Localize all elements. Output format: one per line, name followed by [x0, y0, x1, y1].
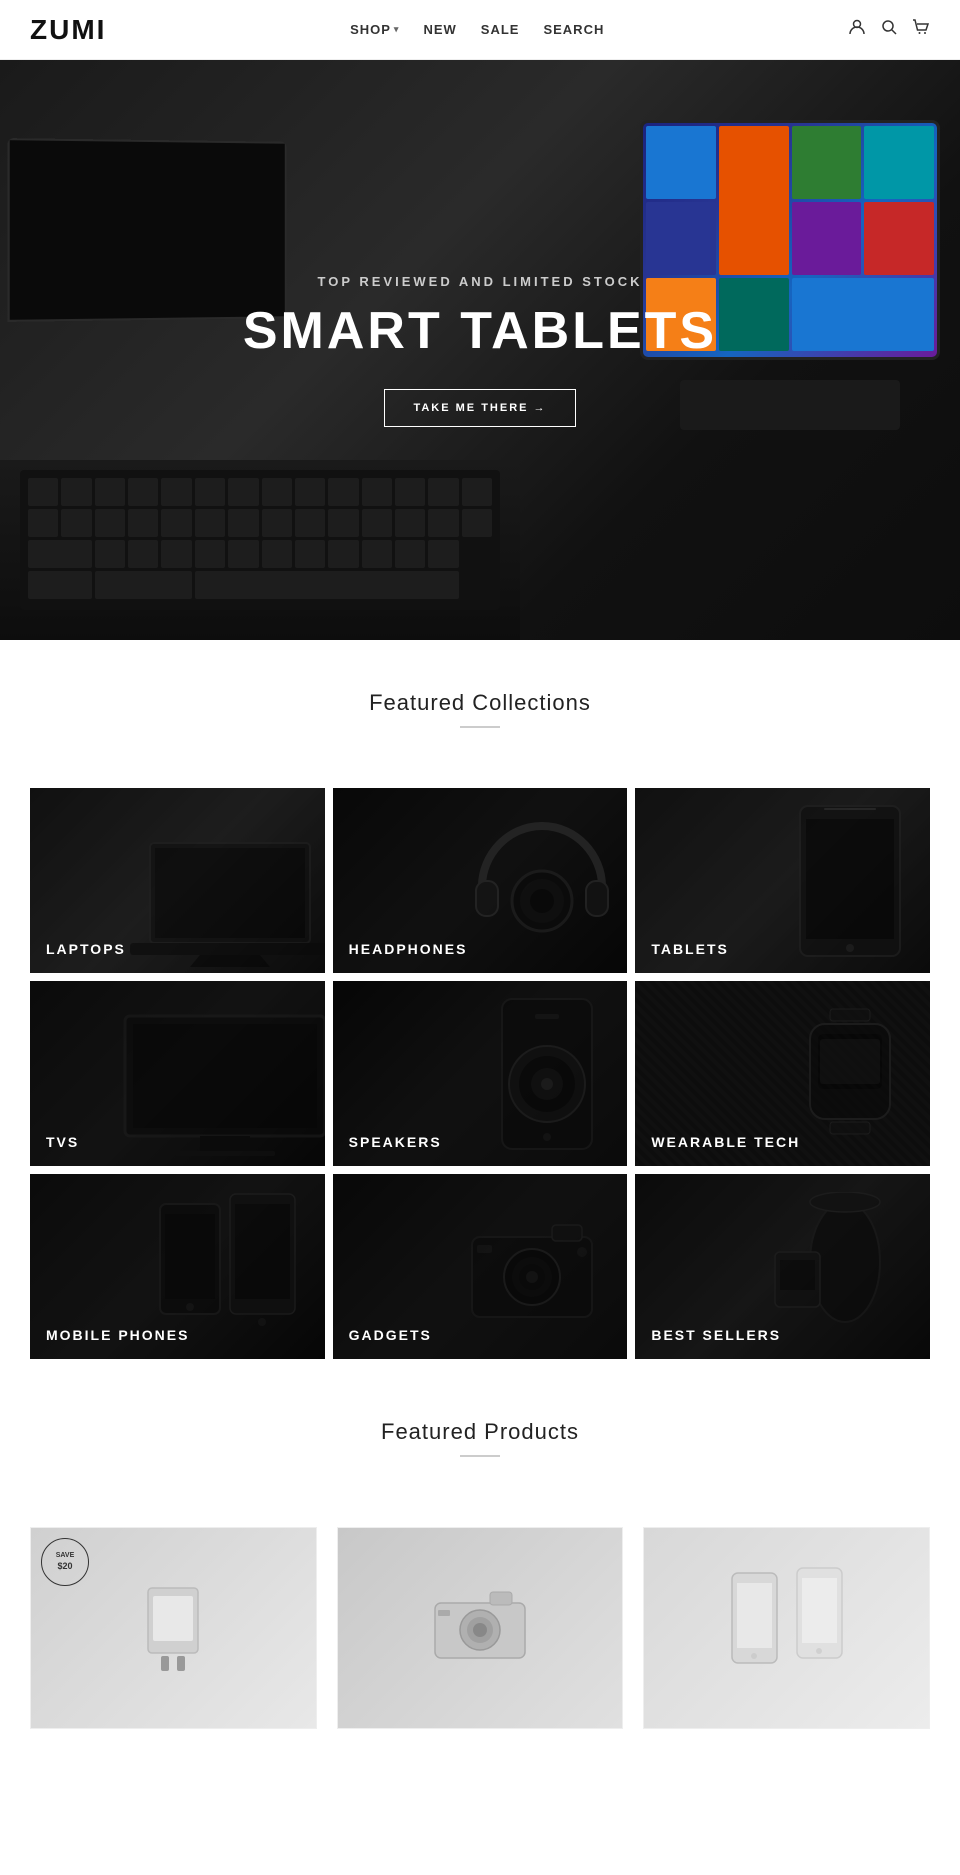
products-title: Featured Products [30, 1419, 930, 1445]
logo[interactable]: ZUMI [30, 14, 106, 46]
speakers-label: SPEAKERS [349, 1134, 442, 1150]
collection-item-bestsellers[interactable]: BEST SELLERS [635, 1174, 930, 1359]
featured-products-section: Featured Products [0, 1389, 960, 1507]
collection-item-wearable[interactable]: WEARABLE TECH [635, 981, 930, 1166]
hero-subtitle: TOP REVIEWED AND LIMITED STOCK [243, 274, 717, 289]
product-image-3 [644, 1528, 929, 1728]
laptops-overlay: LAPTOPS [30, 788, 325, 973]
mobile-label: MOBILE PHONES [46, 1327, 189, 1343]
product-card-2[interactable] [337, 1527, 624, 1729]
cart-icon[interactable] [912, 18, 930, 41]
hero-content: TOP REVIEWED AND LIMITED STOCK SMART TAB… [243, 274, 717, 427]
account-icon[interactable] [848, 18, 866, 41]
laptop-keyboard-decoration [0, 460, 520, 640]
speakers-overlay: SPEAKERS [333, 981, 628, 1166]
collection-item-mobile[interactable]: MOBILE PHONES [30, 1174, 325, 1359]
nav-sale[interactable]: SALE [481, 22, 520, 37]
product-3-visual [722, 1563, 852, 1693]
nav-shop[interactable]: SHOP ▾ [350, 22, 399, 37]
bestsellers-overlay: BEST SELLERS [635, 1174, 930, 1359]
collections-header: Featured Collections [30, 690, 930, 728]
main-nav: SHOP ▾ NEW SALE SEARCH [350, 22, 604, 37]
laptops-label: LAPTOPS [46, 941, 126, 957]
product-card-1[interactable]: SAVE $20 [30, 1527, 317, 1729]
products-header: Featured Products [30, 1419, 930, 1457]
collection-grid: LAPTOPS HEADPHONES TABLETS [0, 788, 960, 1389]
gadgets-label: GADGETS [349, 1327, 432, 1343]
tvs-overlay: TVs [30, 981, 325, 1166]
hero-title: SMART TABLETS [243, 301, 717, 361]
hero-section: TOP REVIEWED AND LIMITED STOCK SMART TAB… [0, 60, 960, 640]
nav-new[interactable]: NEW [423, 22, 456, 37]
collection-item-tvs[interactable]: TVs [30, 981, 325, 1166]
header-icons [848, 18, 930, 41]
gadgets-overlay: GADGETS [333, 1174, 628, 1359]
bestsellers-label: BEST SELLERS [651, 1327, 781, 1343]
tvs-label: TVs [46, 1134, 79, 1150]
product-2-visual [420, 1578, 540, 1678]
collections-title: Featured Collections [30, 690, 930, 716]
collection-item-laptops[interactable]: LAPTOPS [30, 788, 325, 973]
site-header: ZUMI SHOP ▾ NEW SALE SEARCH [0, 0, 960, 60]
section-divider [460, 726, 500, 728]
wearable-overlay: WEARABLE TECH [635, 981, 930, 1166]
collection-item-speakers[interactable]: SPEAKERS [333, 981, 628, 1166]
products-divider [460, 1455, 500, 1457]
product-image-2 [338, 1528, 623, 1728]
search-icon[interactable] [880, 18, 898, 41]
hero-cta-button[interactable]: TAKE ME THERE → [384, 389, 575, 427]
collection-item-tablets[interactable]: TABLETS [635, 788, 930, 973]
products-grid: SAVE $20 [0, 1507, 960, 1749]
mobile-overlay: MOBILE PHONES [30, 1174, 325, 1359]
product-1-visual [123, 1568, 223, 1688]
product-badge-1: SAVE $20 [41, 1538, 89, 1586]
tablets-label: TABLETS [651, 941, 729, 957]
featured-collections-section: Featured Collections [0, 640, 960, 788]
nav-search[interactable]: SEARCH [543, 22, 604, 37]
wearable-label: WEARABLE TECH [651, 1134, 800, 1150]
collection-item-headphones[interactable]: HEADPHONES [333, 788, 628, 973]
chevron-down-icon: ▾ [394, 24, 400, 35]
headphones-label: HEADPHONES [349, 941, 468, 957]
product-card-3[interactable] [643, 1527, 930, 1729]
tablets-overlay: TABLETS [635, 788, 930, 973]
headphones-overlay: HEADPHONES [333, 788, 628, 973]
collection-item-gadgets[interactable]: GADGETS [333, 1174, 628, 1359]
